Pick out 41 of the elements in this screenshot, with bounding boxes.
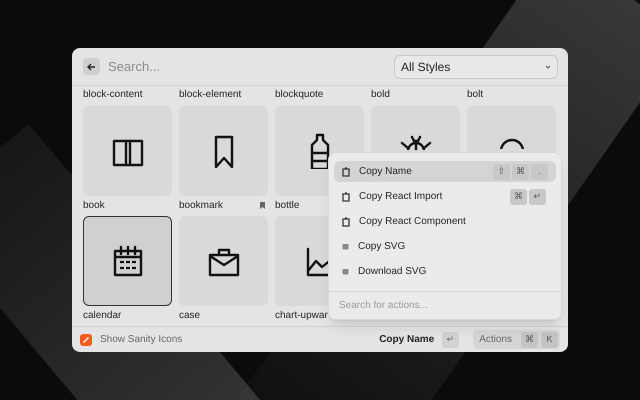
style-select[interactable]: All Styles: [394, 54, 558, 78]
icon-name-label: bottle: [275, 198, 300, 212]
icon-card[interactable]: [179, 106, 268, 196]
clipboard-icon: [342, 216, 350, 226]
chevron-down-icon: [545, 64, 551, 68]
menu-item[interactable]: Copy React Import ⌘ ↵: [334, 186, 556, 207]
clipboard-icon: [342, 192, 350, 202]
action-search-field[interactable]: Search for actions...: [339, 298, 551, 313]
actions-button[interactable]: Actions ⌘ K: [473, 330, 560, 349]
footer-label[interactable]: Show Sanity Icons: [100, 332, 182, 347]
icon-card[interactable]: [83, 106, 172, 196]
shortcut-key: ⌘: [510, 188, 527, 204]
menu-item[interactable]: Copy SVG: [334, 236, 556, 257]
back-arrow-icon: [87, 62, 96, 70]
pencil-badge-icon: [80, 334, 92, 346]
shortcut-key: ↵: [529, 188, 546, 204]
primary-action-label[interactable]: Copy Name: [379, 332, 434, 347]
icon-name-label: calendar: [83, 308, 122, 322]
shortcut-key: .: [531, 164, 548, 180]
shortcut-key: ⌘: [512, 164, 529, 180]
shortcut-key: ↵: [442, 332, 460, 348]
shortcut-key: ⌘: [521, 332, 538, 348]
icon-name-label: block-content: [83, 88, 144, 102]
icon-name-label: bookmark: [179, 198, 223, 212]
icon-name-label: case: [179, 308, 200, 322]
icon-name-label: book: [83, 198, 105, 212]
menu-item[interactable]: Copy Name ⇧ ⌘ .: [334, 161, 556, 182]
menu-item[interactable]: Download SVG: [334, 261, 556, 282]
icon-name-label: chart-upwar: [275, 308, 328, 322]
search-field[interactable]: Search...: [108, 56, 386, 76]
icon-name-label: blockquote: [275, 88, 324, 102]
icon-card[interactable]: [179, 216, 268, 306]
icon-name-label: bolt: [467, 88, 484, 102]
shortcut-key: ⇧: [493, 164, 510, 180]
shortcut-key: K: [541, 332, 558, 348]
icon-name-label: block-element: [179, 88, 242, 102]
icon-name-label: bold: [371, 88, 391, 102]
menu-item[interactable]: Copy React Component: [334, 211, 556, 232]
clipboard-icon: [342, 166, 350, 176]
icon-card[interactable]: [83, 216, 172, 306]
back-button[interactable]: [83, 58, 100, 75]
